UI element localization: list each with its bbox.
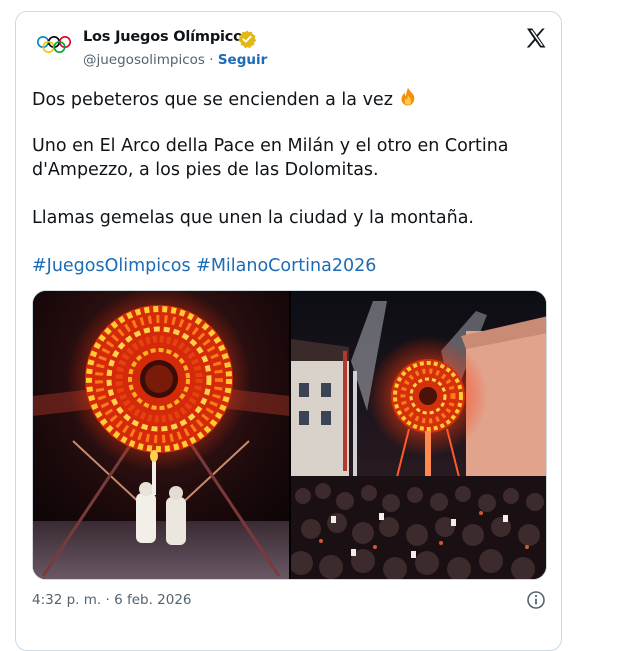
hashtag-juegos-olimpicos[interactable]: #JuegosOlimpicos [32,256,191,276]
hashtag-row: #JuegosOlimpicos #MilanoCortina2026 [32,254,376,278]
tweet-line-1-text: Dos pebeteros que se encienden a la vez [32,90,393,110]
media-grid [32,290,547,580]
photo-cauldron-milan[interactable] [33,291,289,580]
x-logo-icon[interactable] [524,26,548,50]
tweet-card[interactable]: Los Juegos Olímpicos @juegosolimpicos · … [15,11,562,651]
tweet-timestamp[interactable]: 4:32 p. m. · 6 feb. 2026 [32,592,192,608]
tweet-line-3: Llamas gemelas que unen la ciudad y la m… [32,208,474,228]
tweet-header: Los Juegos Olímpicos @juegosolimpicos · … [16,12,561,72]
olympic-rings-icon[interactable] [36,34,72,56]
separator: · [209,52,214,68]
photo-cauldron-cortina[interactable] [291,291,547,580]
display-name[interactable]: Los Juegos Olímpicos [83,29,252,45]
follow-link[interactable]: Seguir [218,52,267,68]
fire-emoji-icon [401,87,415,106]
tweet-line-2: Uno en El Arco della Pace en Milán y el … [32,136,509,180]
info-icon[interactable] [526,590,546,610]
verified-badge-icon [238,30,257,49]
tweet-line-1: Dos pebeteros que se encienden a la vez [32,86,419,112]
hashtag-milano-cortina[interactable]: #MilanoCortina2026 [196,256,376,276]
handle-row: @juegosolimpicos · Seguir [83,52,267,68]
handle[interactable]: @juegosolimpicos [83,52,205,68]
